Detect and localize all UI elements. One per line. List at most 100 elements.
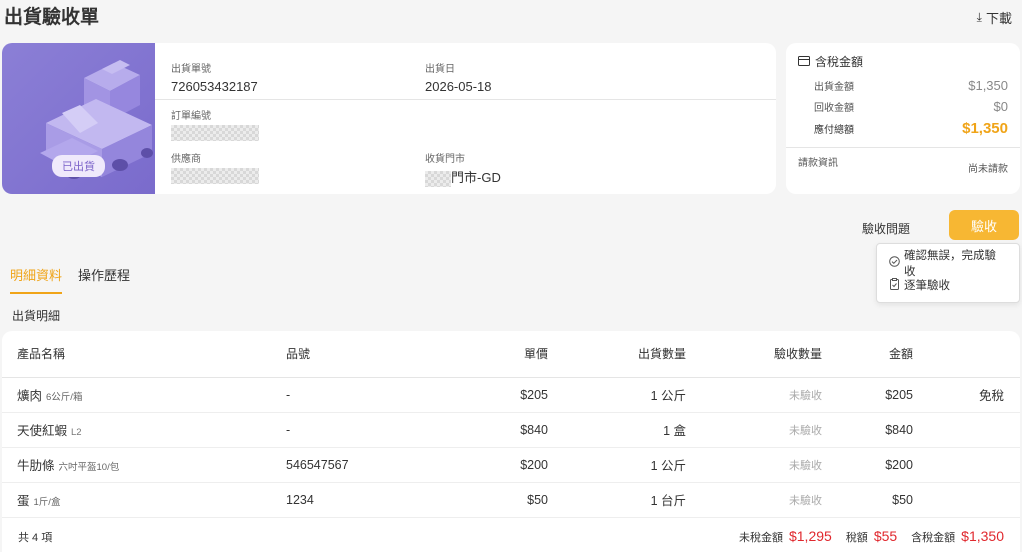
check-circle-icon: [889, 256, 900, 270]
amount-cell: $200: [822, 447, 913, 483]
total-amount-line: 應付總額 $1,350: [798, 120, 1008, 137]
amount-card: 含稅金額 出貨金額 $1,350 回收金額 $0 應付總額 $1,350 請款資…: [786, 43, 1020, 194]
store-value: 門市-GD: [425, 167, 501, 187]
acceptance-issue-link[interactable]: 驗收問題: [862, 220, 910, 237]
amount-cell: $50: [822, 482, 913, 518]
card-icon: [798, 55, 810, 69]
download-button[interactable]: ⤓ 下載: [977, 8, 1012, 27]
header-accept-qty: 驗收數量: [686, 331, 822, 378]
return-amount-label: 回收金額: [814, 103, 854, 114]
product-spec: 6公斤/箱: [46, 392, 83, 403]
ship-date-field: 出貨日 2026-05-18: [425, 60, 492, 94]
clipboard-icon: [889, 277, 900, 293]
product-name-cell: 蛋 1斤/盒: [2, 482, 286, 518]
item-count: 共 4 項: [18, 531, 53, 544]
taxed-label: 含稅金額: [911, 532, 956, 544]
product-name-cell: 天使紅蝦 L2: [2, 412, 286, 448]
tax-value: $55: [873, 528, 898, 544]
header-amount: 金額: [822, 331, 913, 378]
shipment-detail-table: 產品名稱 品號 單價 出貨數量 驗收數量 金額 爌肉 6公斤/箱 - $205 1…: [2, 331, 1020, 552]
return-amount-value: $0: [993, 99, 1008, 114]
taxed-value: $1,350: [961, 528, 1004, 544]
header-unit-price: 單價: [426, 331, 548, 378]
product-code-cell: -: [286, 412, 426, 448]
table-header-row: 產品名稱 品號 單價 出貨數量 驗收數量 金額: [2, 331, 1020, 378]
table-row: 爌肉 6公斤/箱 - $205 1 公斤 未驗收 $205 免稅: [2, 377, 1020, 413]
unit-price-cell: $205: [426, 377, 548, 413]
product-name-cell: 牛肋條 六吋平盔10/包: [2, 447, 286, 483]
item-by-item-accept-label: 逐筆驗收: [904, 280, 950, 292]
product-spec: 六吋平盔10/包: [58, 462, 120, 473]
accept-qty-cell: 未驗收: [686, 412, 822, 448]
table-row: 天使紅蝦 L2 - $840 1 盒 未驗收 $840: [2, 412, 1020, 448]
return-amount-line: 回收金額 $0: [798, 99, 1008, 114]
product-code-cell: 1234: [286, 482, 426, 518]
tax-label: 稅額: [845, 532, 868, 544]
store-redacted: [425, 170, 451, 187]
store-label: 收貨門市: [425, 154, 465, 165]
shipment-info-card: 已出貨 出貨單號 726053432187 出貨日 2026-05-18 訂單編…: [2, 43, 776, 194]
header-tax: [913, 331, 1020, 378]
detail-tabs: 明細資料 操作歷程: [10, 265, 130, 294]
total-amount-value: $1,350: [962, 120, 1008, 137]
unit-price-cell: $840: [426, 412, 548, 448]
shipment-no-value: 726053432187: [171, 79, 258, 94]
status-badge: 已出貨: [52, 155, 105, 177]
download-label: 下載: [985, 11, 1012, 26]
tax-cell: [913, 447, 1020, 483]
ship-amount-label: 出貨金額: [814, 82, 854, 93]
amount-cell: $840: [822, 412, 913, 448]
payment-label: 請款資訊: [798, 158, 838, 169]
accept-qty-cell: 未驗收: [686, 447, 822, 483]
ship-amount-line: 出貨金額 $1,350: [798, 78, 1008, 93]
supplier-redacted: [171, 168, 259, 184]
confirm-accept-label: 確認無誤，完成驗收: [904, 250, 996, 278]
section-title: 出貨明細: [12, 309, 61, 323]
supplier-label: 供應商: [171, 154, 201, 165]
pretax-value: $1,295: [788, 528, 832, 544]
accept-button[interactable]: 驗收: [949, 210, 1019, 240]
product-spec: 1斤/盒: [33, 497, 61, 508]
ship-date-value: 2026-05-18: [425, 79, 492, 94]
ship-qty-cell: 1 公斤: [548, 447, 686, 483]
ship-qty-cell: 1 台斤: [548, 482, 686, 518]
table-footer: 共 4 項 未稅金額 $1,295 稅額 $55 含稅金額 $1,350: [2, 521, 1020, 552]
payment-status: 尚未請款: [968, 164, 1008, 175]
pretax-label: 未稅金額: [738, 532, 783, 544]
store-suffix: 門市-GD: [451, 170, 501, 185]
shipment-no-label: 出貨單號: [171, 64, 211, 75]
order-no-redacted: [171, 125, 259, 141]
info-body: 出貨單號 726053432187 出貨日 2026-05-18 訂單編號 供應…: [155, 43, 776, 194]
unit-price-cell: $50: [426, 482, 548, 518]
order-no-field: 訂單編號: [171, 107, 259, 146]
supplier-field: 供應商: [171, 150, 259, 189]
footer-totals: 未稅金額 $1,295 稅額 $55 含稅金額 $1,350: [739, 528, 1004, 545]
ship-date-label: 出貨日: [425, 64, 455, 75]
download-icon: ⤓: [976, 10, 982, 24]
tab-details[interactable]: 明細資料: [10, 265, 63, 294]
tax-cell: [913, 412, 1020, 448]
page-title: 出貨驗收單: [4, 7, 100, 28]
info-divider: [155, 99, 776, 100]
amount-title: 含稅金額: [798, 53, 1008, 70]
tax-cell: 免稅: [913, 377, 1020, 413]
unit-price-cell: $200: [426, 447, 548, 483]
store-field: 收貨門市 門市-GD: [425, 150, 501, 187]
accept-qty-cell: 未驗收: [686, 482, 822, 518]
product-code-cell: -: [286, 377, 426, 413]
ship-amount-value: $1,350: [968, 78, 1008, 93]
table-row: 蛋 1斤/盒 1234 $50 1 台斤 未驗收 $50: [2, 482, 1020, 518]
accept-dropdown-menu: 確認無誤，完成驗收 逐筆驗收: [876, 243, 1020, 303]
amount-title-text: 含稅金額: [815, 55, 864, 69]
header-product-code: 品號: [286, 331, 426, 378]
shipment-no-field: 出貨單號 726053432187: [171, 60, 258, 94]
header-product-name: 產品名稱: [2, 331, 286, 378]
table-row: 牛肋條 六吋平盔10/包 546547567 $200 1 公斤 未驗收 $200: [2, 447, 1020, 483]
ship-qty-cell: 1 公斤: [548, 377, 686, 413]
tab-history[interactable]: 操作歷程: [78, 265, 130, 294]
ship-qty-cell: 1 盒: [548, 412, 686, 448]
order-no-label: 訂單編號: [171, 111, 211, 122]
product-code-cell: 546547567: [286, 447, 426, 483]
amount-divider: [786, 147, 1020, 148]
confirm-accept-item[interactable]: 確認無誤，完成驗收: [889, 250, 1007, 278]
